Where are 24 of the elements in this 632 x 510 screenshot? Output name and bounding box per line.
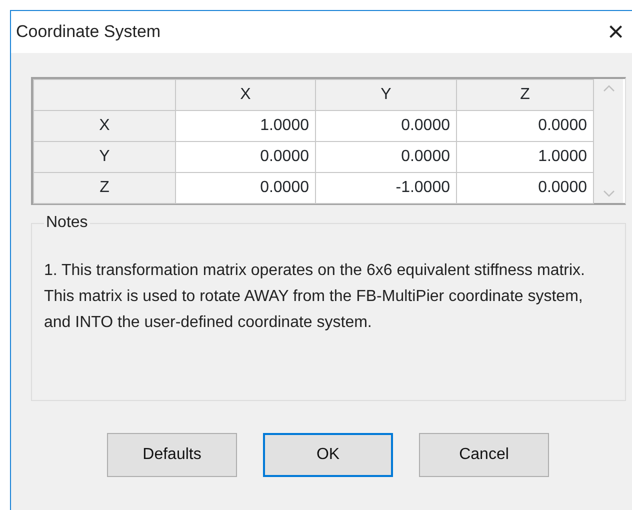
table-cell[interactable]: 0.0000 xyxy=(456,172,594,204)
table-cell[interactable]: -1.0000 xyxy=(316,172,456,204)
scrollbar[interactable] xyxy=(594,79,623,203)
column-header: Y xyxy=(316,80,456,110)
defaults-button[interactable]: Defaults xyxy=(107,433,237,477)
row-header: Z xyxy=(34,172,176,204)
row-header: Y xyxy=(34,142,176,172)
table-cell[interactable]: 1.0000 xyxy=(456,142,594,172)
column-header: Z xyxy=(456,80,594,110)
table-cell[interactable]: 1.0000 xyxy=(176,110,316,142)
table-cell[interactable]: 0.0000 xyxy=(316,110,456,142)
column-header: X xyxy=(176,80,316,110)
table-cell[interactable]: 0.0000 xyxy=(316,142,456,172)
scroll-down-icon[interactable] xyxy=(602,190,614,197)
notes-text: 1. This transformation matrix operates on the 6x6 equivalent stiffness matrix. This matrix is used to rotate AWAY from the FB-MultiPier coordinate system, and INTO the user-defined coordinate system. xyxy=(44,261,586,333)
table-cell[interactable]: 0.0000 xyxy=(176,172,316,204)
cancel-button[interactable]: Cancel xyxy=(419,433,549,477)
table-cell[interactable]: 0.0000 xyxy=(176,142,316,172)
close-button[interactable]: × xyxy=(604,18,628,46)
ok-button[interactable]: OK xyxy=(263,433,393,477)
window-title: Coordinate System xyxy=(16,21,161,44)
row-header: X xyxy=(34,110,176,142)
scroll-up-icon[interactable] xyxy=(602,85,614,92)
table-cell[interactable]: 0.0000 xyxy=(456,110,594,142)
